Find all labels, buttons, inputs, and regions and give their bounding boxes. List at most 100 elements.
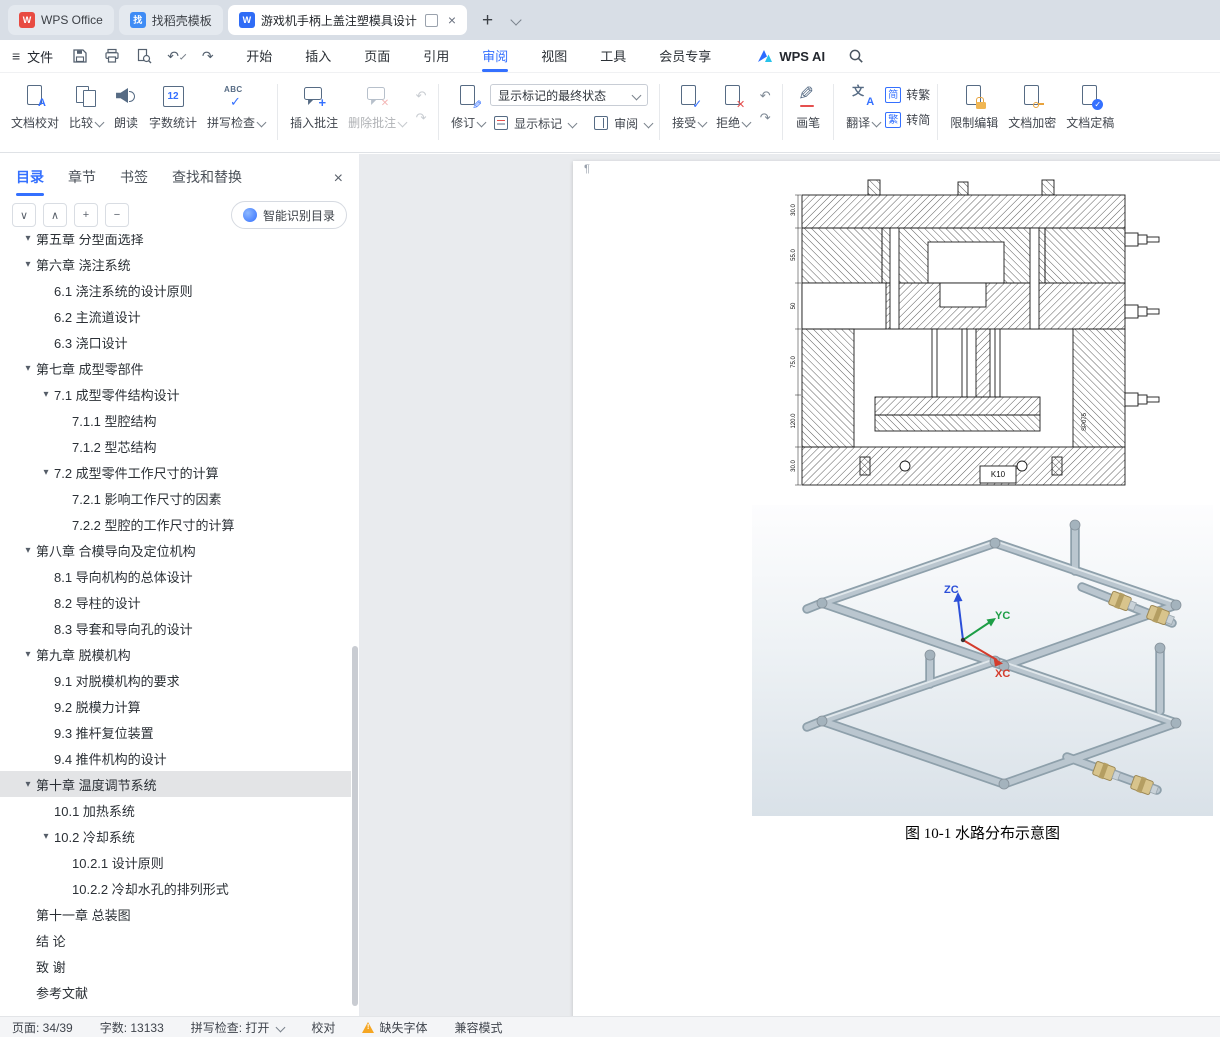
menu-tab[interactable]: 会员专享 bbox=[659, 40, 711, 73]
toc-expand-icon[interactable]: ▾ bbox=[20, 259, 36, 270]
collapse-all-button[interactable]: ∨ bbox=[12, 203, 36, 227]
sidebar-tab-contents[interactable]: 目录 bbox=[16, 167, 44, 187]
toc-item[interactable]: 7.1.1 型腔结构 bbox=[0, 407, 351, 433]
toc-item[interactable]: 8.1 导向机构的总体设计 bbox=[0, 563, 351, 589]
toc-expand-icon[interactable]: ▾ bbox=[20, 363, 36, 374]
toc-expand-icon[interactable]: ▾ bbox=[38, 389, 54, 400]
menu-tab[interactable]: 开始 bbox=[246, 40, 272, 73]
toc-item[interactable]: 9.4 推件机构的设计 bbox=[0, 745, 351, 771]
spellcheck-indicator[interactable]: 拼写检查: 打开 bbox=[191, 1019, 286, 1036]
toc-expand-icon[interactable]: ▾ bbox=[20, 545, 36, 556]
traditional-to-simplified-button[interactable]: 繁 转简 bbox=[885, 111, 930, 128]
sidebar-tab-chapters[interactable]: 章节 bbox=[68, 167, 96, 187]
toc-item[interactable]: 9.2 脱模力计算 bbox=[0, 693, 351, 719]
toc-expand-icon[interactable]: ▾ bbox=[20, 779, 36, 790]
toc-item[interactable]: ▾ 第八章 合模导向及定位机构 bbox=[0, 537, 351, 563]
track-changes-button[interactable]: 修订 bbox=[446, 80, 490, 134]
show-markup-button[interactable]: 显示标记 bbox=[492, 114, 578, 132]
next-change-icon[interactable]: ↷ bbox=[755, 109, 775, 126]
simplified-to-traditional-button[interactable]: 简 转繁 bbox=[885, 86, 930, 103]
zoom-out-button[interactable]: − bbox=[105, 203, 129, 227]
toc-item[interactable]: ▾ 第六章 浇注系统 bbox=[0, 251, 351, 277]
toc-expand-icon[interactable]: ▾ bbox=[38, 831, 54, 842]
toc-item[interactable]: ▾ 第九章 脱模机构 bbox=[0, 641, 351, 667]
compatibility-mode-indicator[interactable]: 兼容模式 bbox=[454, 1019, 502, 1036]
toc-item[interactable]: 6.1 浇注系统的设计原则 bbox=[0, 277, 351, 303]
app-tab-docer-templates[interactable]: 找 找稻壳模板 bbox=[118, 5, 223, 35]
translate-button[interactable]: 翻译 bbox=[841, 80, 885, 134]
toc-item[interactable]: ▾ 第七章 成型零部件 bbox=[0, 355, 351, 381]
print-icon[interactable] bbox=[103, 48, 120, 65]
undo-icon[interactable]: ↶ bbox=[167, 48, 187, 65]
word-count-indicator[interactable]: 字数: 13133 bbox=[100, 1019, 164, 1036]
toc-item[interactable]: 7.2.2 型腔的工作尺寸的计算 bbox=[0, 511, 351, 537]
save-icon[interactable] bbox=[71, 48, 88, 65]
close-tab-icon[interactable]: × bbox=[448, 13, 456, 27]
toc-item[interactable]: 9.3 推杆复位装置 bbox=[0, 719, 351, 745]
word-count-button[interactable]: 字数统计 bbox=[144, 80, 202, 134]
smart-toc-button[interactable]: 智能识别目录 bbox=[230, 201, 347, 229]
page-indicator[interactable]: 页面: 34/39 bbox=[12, 1019, 73, 1036]
finalize-document-button[interactable]: 文档定稿 bbox=[1061, 80, 1119, 134]
file-menu-button[interactable]: ≡ 文件 bbox=[12, 47, 53, 66]
app-tab-wps-office[interactable]: W WPS Office bbox=[8, 5, 114, 35]
doc-proofread-button[interactable]: 文档校对 bbox=[6, 80, 64, 134]
scrollbar-thumb[interactable] bbox=[352, 646, 358, 1006]
toc-item[interactable]: 第十一章 总装图 bbox=[0, 901, 351, 927]
print-preview-icon[interactable] bbox=[135, 48, 152, 65]
toc-item[interactable]: 10.2.1 设计原则 bbox=[0, 849, 351, 875]
menu-tab[interactable]: 页面 bbox=[364, 40, 390, 73]
toc-expand-icon[interactable]: ▾ bbox=[20, 649, 36, 660]
menu-tab[interactable]: 插入 bbox=[305, 40, 331, 73]
zoom-in-button[interactable]: + bbox=[74, 203, 98, 227]
restrict-editing-button[interactable]: 限制编辑 bbox=[945, 80, 1003, 134]
close-sidebar-icon[interactable]: × bbox=[334, 171, 343, 187]
menu-tab[interactable]: 审阅 bbox=[482, 40, 508, 73]
missing-font-warning[interactable]: 缺失字体 bbox=[362, 1019, 427, 1036]
toc-item[interactable]: 10.1 加热系统 bbox=[0, 797, 351, 823]
toc-item[interactable]: 结 论 bbox=[0, 927, 351, 953]
markup-state-dropdown[interactable]: 显示标记的最终状态 bbox=[490, 84, 649, 106]
toc-item[interactable]: 6.3 浇口设计 bbox=[0, 329, 351, 355]
toc-item[interactable]: 7.2.1 影响工作尺寸的因素 bbox=[0, 485, 351, 511]
app-tab-current-document[interactable]: W 游戏机手柄上盖注塑模具设计 × bbox=[227, 5, 468, 35]
insert-comment-button[interactable]: 插入批注 bbox=[285, 80, 343, 134]
new-tab-button[interactable]: + bbox=[482, 11, 493, 30]
toc-item[interactable]: 8.3 导套和导向孔的设计 bbox=[0, 615, 351, 641]
sidebar-scrollbar[interactable] bbox=[352, 234, 358, 1012]
search-icon[interactable] bbox=[847, 48, 864, 65]
toc-item[interactable]: ▾ 第五章 分型面选择 bbox=[0, 234, 351, 251]
menu-tab[interactable]: 引用 bbox=[423, 40, 449, 73]
tab-list-chevron-icon[interactable] bbox=[510, 14, 522, 26]
sidebar-tab-bookmarks[interactable]: 书签 bbox=[120, 167, 148, 187]
accept-change-button[interactable]: 接受 bbox=[667, 80, 711, 134]
redo-icon[interactable]: ↷ bbox=[199, 48, 216, 65]
proofread-status[interactable]: 校对 bbox=[311, 1019, 335, 1036]
toc-item[interactable]: 参考文献 bbox=[0, 979, 351, 1005]
wps-ai-button[interactable]: WPS AI bbox=[757, 49, 825, 64]
compare-button[interactable]: 比较 bbox=[64, 80, 108, 134]
toc-item[interactable]: 9.1 对脱模机构的要求 bbox=[0, 667, 351, 693]
toc-expand-icon[interactable]: ▾ bbox=[20, 234, 36, 244]
review-pane-button[interactable]: 审阅 bbox=[592, 114, 654, 132]
expand-all-button[interactable]: ∧ bbox=[43, 203, 67, 227]
toc-item[interactable]: 8.2 导柱的设计 bbox=[0, 589, 351, 615]
spell-check-button[interactable]: 拼写检查 bbox=[202, 80, 270, 134]
ink-brush-button[interactable]: 画笔 bbox=[790, 80, 826, 134]
document-area[interactable]: ¶ 30.0 55.0 50 75.0 120.0 30.0 K10 SP075… bbox=[360, 154, 1220, 1016]
toc-item[interactable]: 10.2.2 冷却水孔的排列形式 bbox=[0, 875, 351, 901]
menu-tab[interactable]: 工具 bbox=[600, 40, 626, 73]
encrypt-document-button[interactable]: 文档加密 bbox=[1003, 80, 1061, 134]
previous-change-icon[interactable]: ↶ bbox=[755, 87, 775, 104]
toc-item[interactable]: 7.1.2 型芯结构 bbox=[0, 433, 351, 459]
toc-item[interactable]: 6.2 主流道设计 bbox=[0, 303, 351, 329]
toc-item[interactable]: ▾ 10.2 冷却系统 bbox=[0, 823, 351, 849]
read-aloud-button[interactable]: 朗读 bbox=[108, 80, 144, 134]
toc-item[interactable]: ▾ 第十章 温度调节系统 bbox=[0, 771, 351, 797]
document-page[interactable]: ¶ 30.0 55.0 50 75.0 120.0 30.0 K10 SP075… bbox=[573, 161, 1220, 1016]
sidebar-tab-find-replace[interactable]: 查找和替换 bbox=[172, 167, 242, 187]
menu-tab[interactable]: 视图 bbox=[541, 40, 567, 73]
toc-expand-icon[interactable]: ▾ bbox=[38, 467, 54, 478]
toc-item[interactable]: ▾ 7.2 成型零件工作尺寸的计算 bbox=[0, 459, 351, 485]
reject-change-button[interactable]: 拒绝 bbox=[711, 80, 755, 134]
